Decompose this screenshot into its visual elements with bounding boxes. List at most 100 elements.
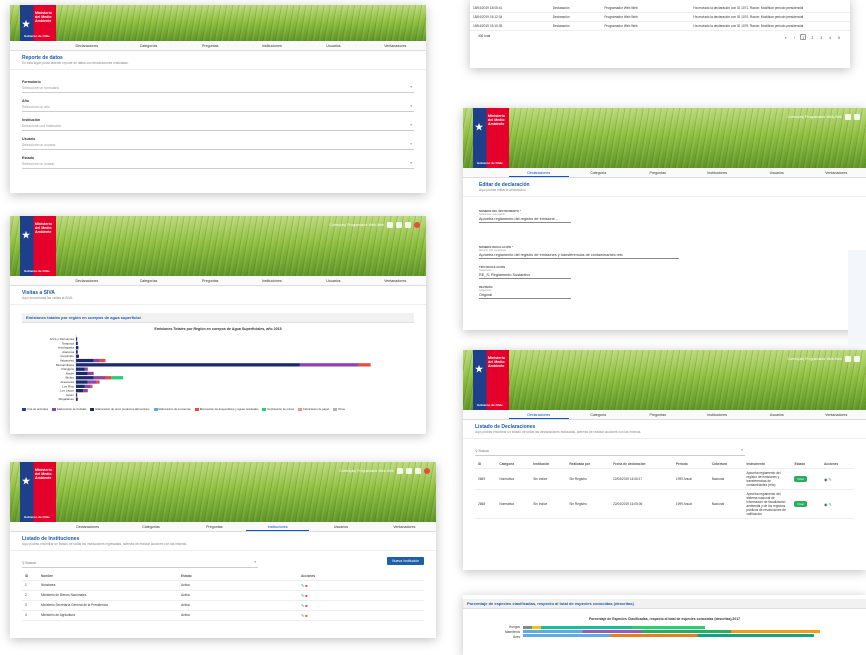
user-bar: Correo(as) Programador Web-Web [787,356,860,362]
tab-categorias[interactable]: Categorías [118,41,180,50]
legend-item[interactable]: Elaboración de conservas [153,407,191,411]
year-select[interactable]: Seleccione un año [22,103,414,112]
tab-categorias[interactable]: Categoría [569,410,629,419]
legend-item[interactable]: Cría de animales [22,407,48,411]
page-button[interactable]: 5 [836,35,842,41]
edit-icon[interactable]: ✎ [301,593,304,598]
legend-item[interactable]: Otros [333,407,345,411]
table-row: 2668 Normativa Sin índice Sin Registro 22/04… [475,489,854,519]
tab-preguntas[interactable]: Preguntas [628,410,688,419]
estado-select[interactable]: Seleccione un estado [22,160,414,169]
page-button[interactable]: 4 [827,35,833,41]
legend-label: Otros [338,407,345,411]
tab-usuarios[interactable]: Usuarios [303,276,365,285]
edit-icon[interactable]: ✎ [301,583,304,588]
tab-usuarios[interactable]: Usuarios [747,168,807,177]
list-icon[interactable] [405,222,411,228]
revision-select[interactable]: Original [479,292,571,299]
tab-ventanadores[interactable]: Ventanadores [364,41,426,50]
usuario-select[interactable]: Seleccione un usuario [22,141,414,150]
search-input[interactable]: ⚲ Buscar [22,559,258,568]
legend-item[interactable]: Elaboración de bebidas [52,407,86,411]
tab-usuarios[interactable]: Usuarios [309,522,372,531]
chart-icon[interactable] [396,222,402,228]
power-icon[interactable] [424,468,430,474]
tab-categorias[interactable]: Categorías [118,276,180,285]
save-icon[interactable] [387,222,393,228]
legend-item[interactable]: Explotación de minas [262,407,294,411]
user-bar: Correo(as) Programador Web-Web [329,222,420,228]
tab-usuarios[interactable]: Usuarios [747,410,807,419]
chart-icon[interactable] [854,114,860,120]
tab-preguntas[interactable]: Preguntas [179,41,241,50]
page-subtitle: Aquí encontrarás las visitas al SIVA. [22,296,74,300]
tab-usuarios[interactable]: Usuarios [303,41,365,50]
delete-icon[interactable]: ■ [305,593,307,598]
tab-ventanadores[interactable]: Ventanadores [364,276,426,285]
regulation-type-select[interactable]: RE_S: Reglamento Sustantivo [479,272,571,279]
tab-preguntas[interactable]: Preguntas [179,276,241,285]
delete-icon[interactable]: ■ [305,603,307,608]
table-row: 15/04/2019 15:12:34 Declaración Programado… [470,12,850,22]
nav-tabs: Declaraciones Categoría Preguntas Instit… [463,168,866,178]
page-button[interactable]: 3 [818,35,824,41]
institucion-select[interactable]: Seleccione una institución [22,122,414,131]
gov-logo: Ministerio del Medio Ambiente ★ Gobierno… [20,216,56,276]
tab-declaraciones[interactable]: Declaraciones [56,41,118,50]
tab-instituciones[interactable]: Instituciones [241,276,303,285]
save-icon[interactable] [845,356,851,362]
tab-declaraciones[interactable]: Declaraciones [509,410,569,419]
legend-item[interactable]: Fabricación de papel [298,407,329,411]
edit-icon[interactable]: ✎ [828,477,831,482]
chart-icon[interactable] [854,356,860,362]
instrument-select[interactable]: Aprueba reglamento del registro de emisi… [479,216,571,223]
delete-icon[interactable]: ■ [305,613,307,618]
tab-instituciones[interactable]: Instituciones [688,168,748,177]
legend-item[interactable]: Elaboración de otros productos alimentic… [90,407,150,411]
bar-segment [84,367,88,371]
edit-icon[interactable]: ✎ [301,613,304,618]
legend-swatch [262,407,267,411]
list-icon[interactable] [415,468,421,474]
search-input[interactable]: ⚲ Buscar [475,447,745,456]
tab-declaraciones[interactable]: Declaraciones [56,276,118,285]
regulation-name-input[interactable]: Aprueba reglamento del registro de emisi… [479,252,679,259]
page-button[interactable]: 2 [809,35,815,41]
edit-icon[interactable]: ✎ [828,502,831,507]
edit-icon[interactable]: ✎ [301,603,304,608]
bar-hongos [523,626,705,629]
first-page-button[interactable]: « [783,35,789,41]
view-icon[interactable]: ◉ [824,502,828,507]
view-icon[interactable]: ◉ [824,477,828,482]
save-icon[interactable] [397,468,403,474]
bar-segment [76,389,84,393]
save-icon[interactable] [845,114,851,120]
legend-swatch [153,407,158,411]
page-subtitle: En esta lugar podrá obtener reporte de d… [22,61,129,65]
card-historial: 15/04/2019 18:05:41 Declaración Programado… [470,0,850,68]
tab-preguntas[interactable]: Preguntas [183,522,246,531]
formulario-select[interactable]: Seleccione un formulario [22,84,414,93]
bar-segment [76,354,79,358]
prev-page-button[interactable]: ‹ [792,35,798,41]
delete-icon[interactable]: ■ [305,583,307,588]
tab-ventanadores[interactable]: Ventanadores [807,410,866,419]
tab-declaraciones[interactable]: Declaraciones [509,168,569,177]
tab-ventanadores[interactable]: Ventanadores [807,168,866,177]
bar-segment [76,393,78,397]
tab-instituciones[interactable]: Instituciones [241,41,303,50]
tab-instituciones[interactable]: Instituciones [688,410,748,419]
chart-icon[interactable] [406,468,412,474]
tab-categorias[interactable]: Categoría [569,168,629,177]
page-button[interactable]: 1 [800,34,807,40]
tab-declaraciones[interactable]: Declaraciones [56,522,119,531]
legend-label: Explotación de minas [267,407,295,411]
bar-segment [111,376,124,380]
tab-preguntas[interactable]: Preguntas [628,168,688,177]
tab-instituciones[interactable]: Instituciones [245,522,310,531]
tab-ventanadores[interactable]: Ventanadores [373,522,436,531]
power-icon[interactable] [414,222,420,228]
new-institution-button[interactable]: Nueva Institución [387,557,424,565]
tab-categorias[interactable]: Categorías [119,522,182,531]
legend-item[interactable]: Eliminación de desperdicios y aguas resi… [194,407,258,411]
